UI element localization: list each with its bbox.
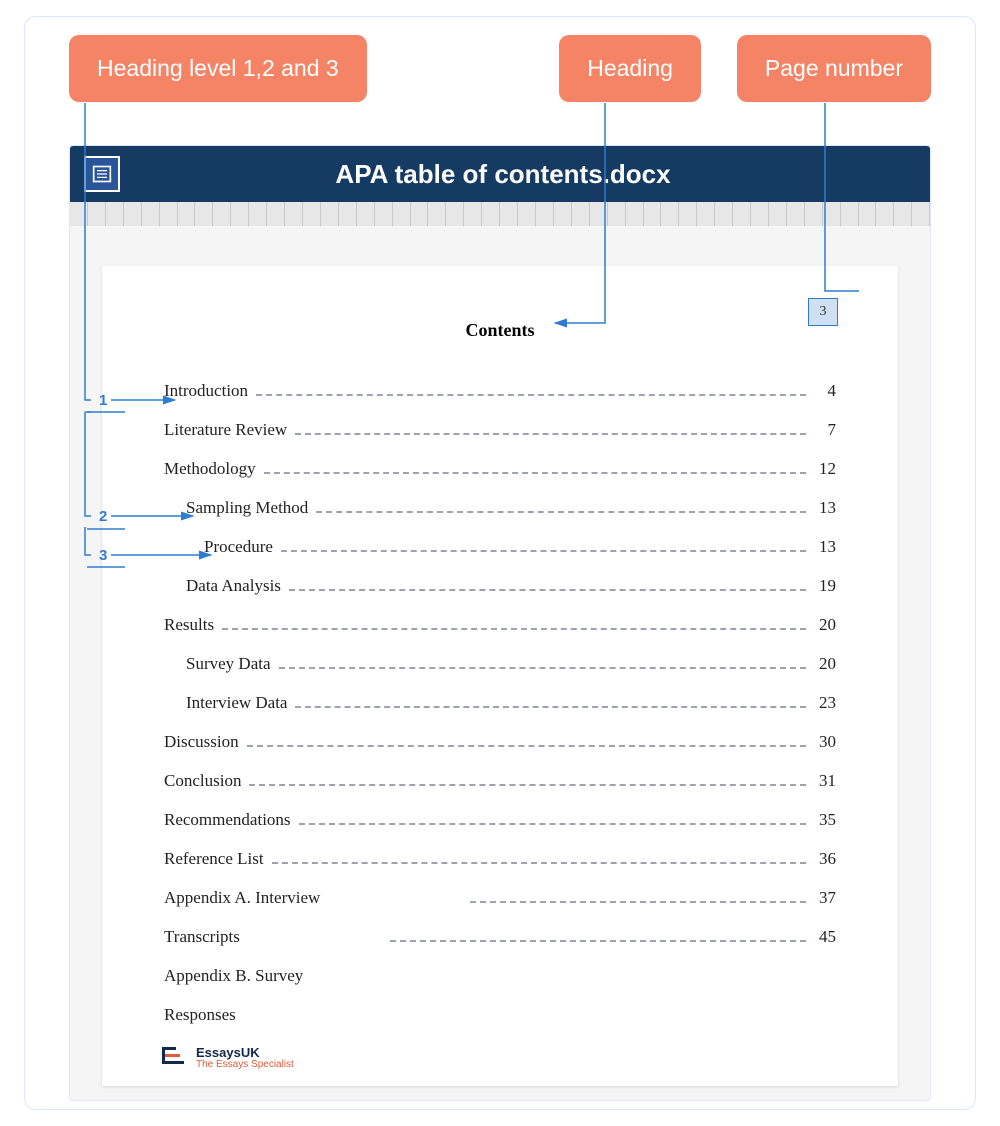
toc-row: Interview Data 23 [164,693,836,713]
brand-tagline: The Essays Specialist [196,1060,294,1071]
toc-row: Literature Review 7 [164,420,836,440]
callout-heading: Heading [559,35,701,102]
toc-entry-page: 37 [814,888,836,908]
toc-leader-dots [222,628,806,630]
toc-entry-page: 23 [814,693,836,713]
toc-leader-dots [295,433,806,435]
toc-row: Transcripts 45 [164,927,836,947]
document-window: APA table of contents.docx 3 Contents In… [69,145,931,1101]
toc-leader-dots [281,550,806,552]
word-icon [84,156,120,192]
toc-row: Discussion 30 [164,732,836,752]
toc-row: Responses [164,1005,836,1025]
page: 3 Contents Introduction 4 Literature Revie… [102,266,898,1086]
toc-leader-dots [470,901,806,903]
callout-page-number: Page number [737,35,931,102]
toc-entry-label: Discussion [164,732,239,752]
toc-entry-label: Appendix A. Interview [164,888,320,908]
toc-entry-label: Survey Data [186,654,271,674]
toc-leader-dots [264,472,806,474]
toc-entry-page: 31 [814,771,836,791]
toc-row: Sampling Method 13 [164,498,836,518]
toc-entry-label: Transcripts [164,927,240,947]
toc-entry-label: Literature Review [164,420,287,440]
brand-name: EssaysUK [196,1046,294,1060]
level-marker-2: 2 [99,508,107,525]
toc-leader-dots [316,511,806,513]
toc-row: Reference List 36 [164,849,836,869]
toc-leader-dots [299,823,806,825]
toc-entry-page: 20 [814,654,836,674]
toc-entry-page: 20 [814,615,836,635]
toc-entry-page: 13 [814,537,836,557]
callout-row: Heading level 1,2 and 3 Heading Page num… [25,17,975,102]
toc-entry-label: Responses [164,1005,236,1025]
toc-row: Procedure 13 [164,537,836,557]
toc-entry-label: Reference List [164,849,264,869]
toc-row: Appendix A. Interview 37 [164,888,836,908]
document-titlebar: APA table of contents.docx [70,146,930,202]
contents-heading: Contents [164,320,836,341]
diagram-frame: Heading level 1,2 and 3 Heading Page num… [24,16,976,1110]
toc-entry-label: Appendix B. Survey [164,966,303,986]
toc-entry-page: 35 [814,810,836,830]
toc-entry-label: Results [164,615,214,635]
toc-row: Data Analysis 19 [164,576,836,596]
toc-leader-dots [256,394,806,396]
toc-entry-page: 13 [814,498,836,518]
toc-entry-page: 36 [814,849,836,869]
level-marker-3: 3 [99,547,107,564]
ruler [70,202,930,226]
toc-entry-label: Conclusion [164,771,241,791]
callout-heading-levels: Heading level 1,2 and 3 [69,35,367,102]
toc-entry-label: Procedure [204,537,273,557]
toc-row: Survey Data 20 [164,654,836,674]
document-title: APA table of contents.docx [138,159,868,190]
toc-entry-label: Recommendations [164,810,291,830]
toc-leader-dots [247,745,806,747]
toc-row: Introduction 4 [164,381,836,401]
page-number-box: 3 [808,298,838,326]
toc-row: Appendix B. Survey [164,966,836,986]
toc-row: Results 20 [164,615,836,635]
toc-entry-label: Introduction [164,381,248,401]
brand-badge: EssaysUK The Essays Specialist [162,1046,294,1070]
toc-entry-page: 30 [814,732,836,752]
toc-leader-dots [279,667,806,669]
table-of-contents: Introduction 4 Literature Review 7 Methodolo… [164,381,836,1025]
toc-leader-dots [295,706,806,708]
toc-row: Methodology 12 [164,459,836,479]
toc-entry-page: 45 [814,927,836,947]
toc-leader-dots [390,940,806,942]
toc-entry-page: 12 [814,459,836,479]
brand-logo-icon [162,1047,188,1069]
document-body: 3 Contents Introduction 4 Literature Revie… [70,226,930,1100]
toc-row: Conclusion 31 [164,771,836,791]
toc-entry-label: Sampling Method [186,498,308,518]
toc-row: Recommendations 35 [164,810,836,830]
toc-leader-dots [272,862,806,864]
toc-entry-page: 7 [814,420,836,440]
toc-leader-dots [249,784,806,786]
toc-entry-label: Interview Data [186,693,287,713]
toc-entry-page: 19 [814,576,836,596]
toc-entry-label: Data Analysis [186,576,281,596]
toc-leader-dots [289,589,806,591]
level-marker-1: 1 [99,392,107,409]
toc-entry-label: Methodology [164,459,256,479]
toc-entry-page: 4 [814,381,836,401]
